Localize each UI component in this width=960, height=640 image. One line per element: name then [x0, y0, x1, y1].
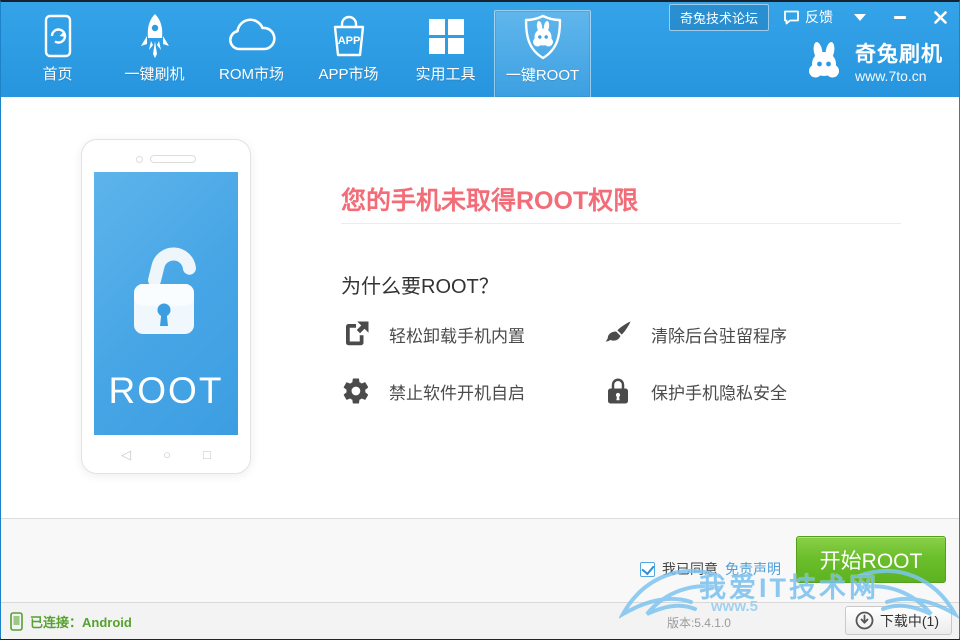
download-icon: [855, 611, 874, 630]
nav-item-rom-market[interactable]: ROM市场: [203, 10, 300, 97]
app-bag-icon: APP: [327, 10, 371, 62]
nav-item-flash[interactable]: 一键刷机: [106, 10, 203, 97]
speaker-slot-icon: [150, 155, 196, 163]
rocket-icon: [135, 10, 175, 62]
camera-dot-icon: [136, 156, 143, 163]
forum-button[interactable]: 奇兔技术论坛: [669, 4, 769, 31]
agree-row: 我已同意 免责声明: [640, 559, 781, 579]
feedback-label: 反馈: [805, 7, 833, 27]
phone-screen-text: ROOT: [109, 370, 224, 412]
minimize-button[interactable]: [887, 7, 913, 27]
header: 首页 一键刷机: [1, 2, 959, 97]
divider: [341, 223, 901, 224]
chevron-down-icon: [854, 14, 866, 21]
menu-dropdown-button[interactable]: [847, 7, 873, 27]
home-refresh-icon: [39, 10, 77, 62]
brand-logo: 奇兔刷机 www.7to.cn: [802, 38, 943, 84]
nav-item-root[interactable]: 一键ROOT: [494, 10, 591, 97]
brand-url: www.7to.cn: [855, 68, 943, 84]
start-root-button[interactable]: 开始ROOT: [796, 536, 946, 583]
feature-autostart: 禁止软件开机自启: [341, 376, 603, 406]
recent-square-icon: □: [203, 447, 211, 463]
close-button[interactable]: [927, 7, 953, 27]
feature-label: 保护手机隐私安全: [651, 379, 787, 404]
agree-checkbox[interactable]: [640, 562, 655, 577]
grid-icon: [426, 10, 466, 62]
shield-rabbit-icon: [522, 11, 564, 63]
status-bar: 已连接：Android 版本:5.4.1.0 下载中(1): [1, 602, 959, 639]
rabbit-logo-icon: [802, 39, 846, 83]
feature-label: 禁止软件开机自启: [389, 379, 525, 404]
connection-text: 已连接：Android: [30, 612, 132, 631]
nav-item-home[interactable]: 首页: [9, 10, 106, 97]
minimize-icon: [894, 16, 906, 19]
phone-illustration: ROOT ◁ ○ □: [81, 139, 251, 474]
feature-clean: 清除后台驻留程序: [603, 319, 865, 349]
feature-uninstall: 轻松卸载手机内置: [341, 319, 603, 349]
version-text: 版本:5.4.1.0: [667, 614, 731, 631]
titlebar: 奇兔技术论坛 反馈: [669, 5, 953, 29]
cloud-icon: [226, 10, 278, 62]
phone-screen: ROOT: [94, 172, 238, 435]
nav-label: 首页: [42, 63, 72, 84]
disclaimer-link[interactable]: 免责声明: [725, 559, 781, 579]
nav-item-app-market[interactable]: APP APP市场: [300, 10, 397, 97]
brush-icon: [603, 319, 633, 349]
uninstall-icon: [341, 319, 371, 349]
nav-label: APP市场: [318, 63, 378, 84]
nav-label: 实用工具: [415, 63, 475, 84]
nav-item-tools[interactable]: 实用工具: [397, 10, 494, 97]
nav-label: 一键ROOT: [506, 64, 579, 85]
connected-phone-icon: [10, 612, 23, 631]
feature-label: 轻松卸载手机内置: [389, 322, 525, 347]
app-window: 首页 一键刷机: [0, 0, 960, 640]
main-nav: 首页 一键刷机: [9, 2, 591, 97]
agree-label: 我已同意: [662, 559, 718, 579]
home-circle-icon: ○: [163, 447, 171, 463]
gear-icon: [341, 376, 371, 406]
speech-bubble-icon: [783, 10, 800, 25]
download-label: 下载中(1): [880, 611, 939, 631]
page-title: 您的手机未取得ROOT权限: [341, 181, 638, 217]
feature-privacy: 保护手机隐私安全: [603, 376, 865, 406]
lock-icon: [603, 376, 633, 406]
brand-name: 奇兔刷机: [855, 38, 943, 68]
connection-status: 已连接：Android: [10, 603, 132, 639]
back-icon: ◁: [121, 447, 131, 463]
feedback-button[interactable]: 反馈: [783, 7, 833, 27]
feature-label: 清除后台驻留程序: [651, 322, 787, 347]
download-button[interactable]: 下载中(1): [845, 606, 952, 635]
phone-nav-buttons: ◁ ○ □: [82, 447, 250, 463]
feature-list: 轻松卸载手机内置 清除后台驻留程序 禁止软件开机自启: [341, 319, 865, 406]
phone-speaker: [82, 155, 250, 163]
svg-text:APP: APP: [337, 35, 360, 47]
main-content: ROOT ◁ ○ □ 您的手机未取得ROOT权限 为什么要ROOT？ 轻松卸载手…: [1, 97, 959, 518]
close-icon: [934, 11, 947, 24]
action-bar: 我已同意 免责声明 开始ROOT: [1, 518, 959, 602]
unlock-icon: [120, 238, 212, 358]
nav-label: 一键刷机: [124, 63, 184, 84]
why-root-heading: 为什么要ROOT？: [341, 270, 499, 299]
nav-label: ROM市场: [219, 63, 284, 84]
